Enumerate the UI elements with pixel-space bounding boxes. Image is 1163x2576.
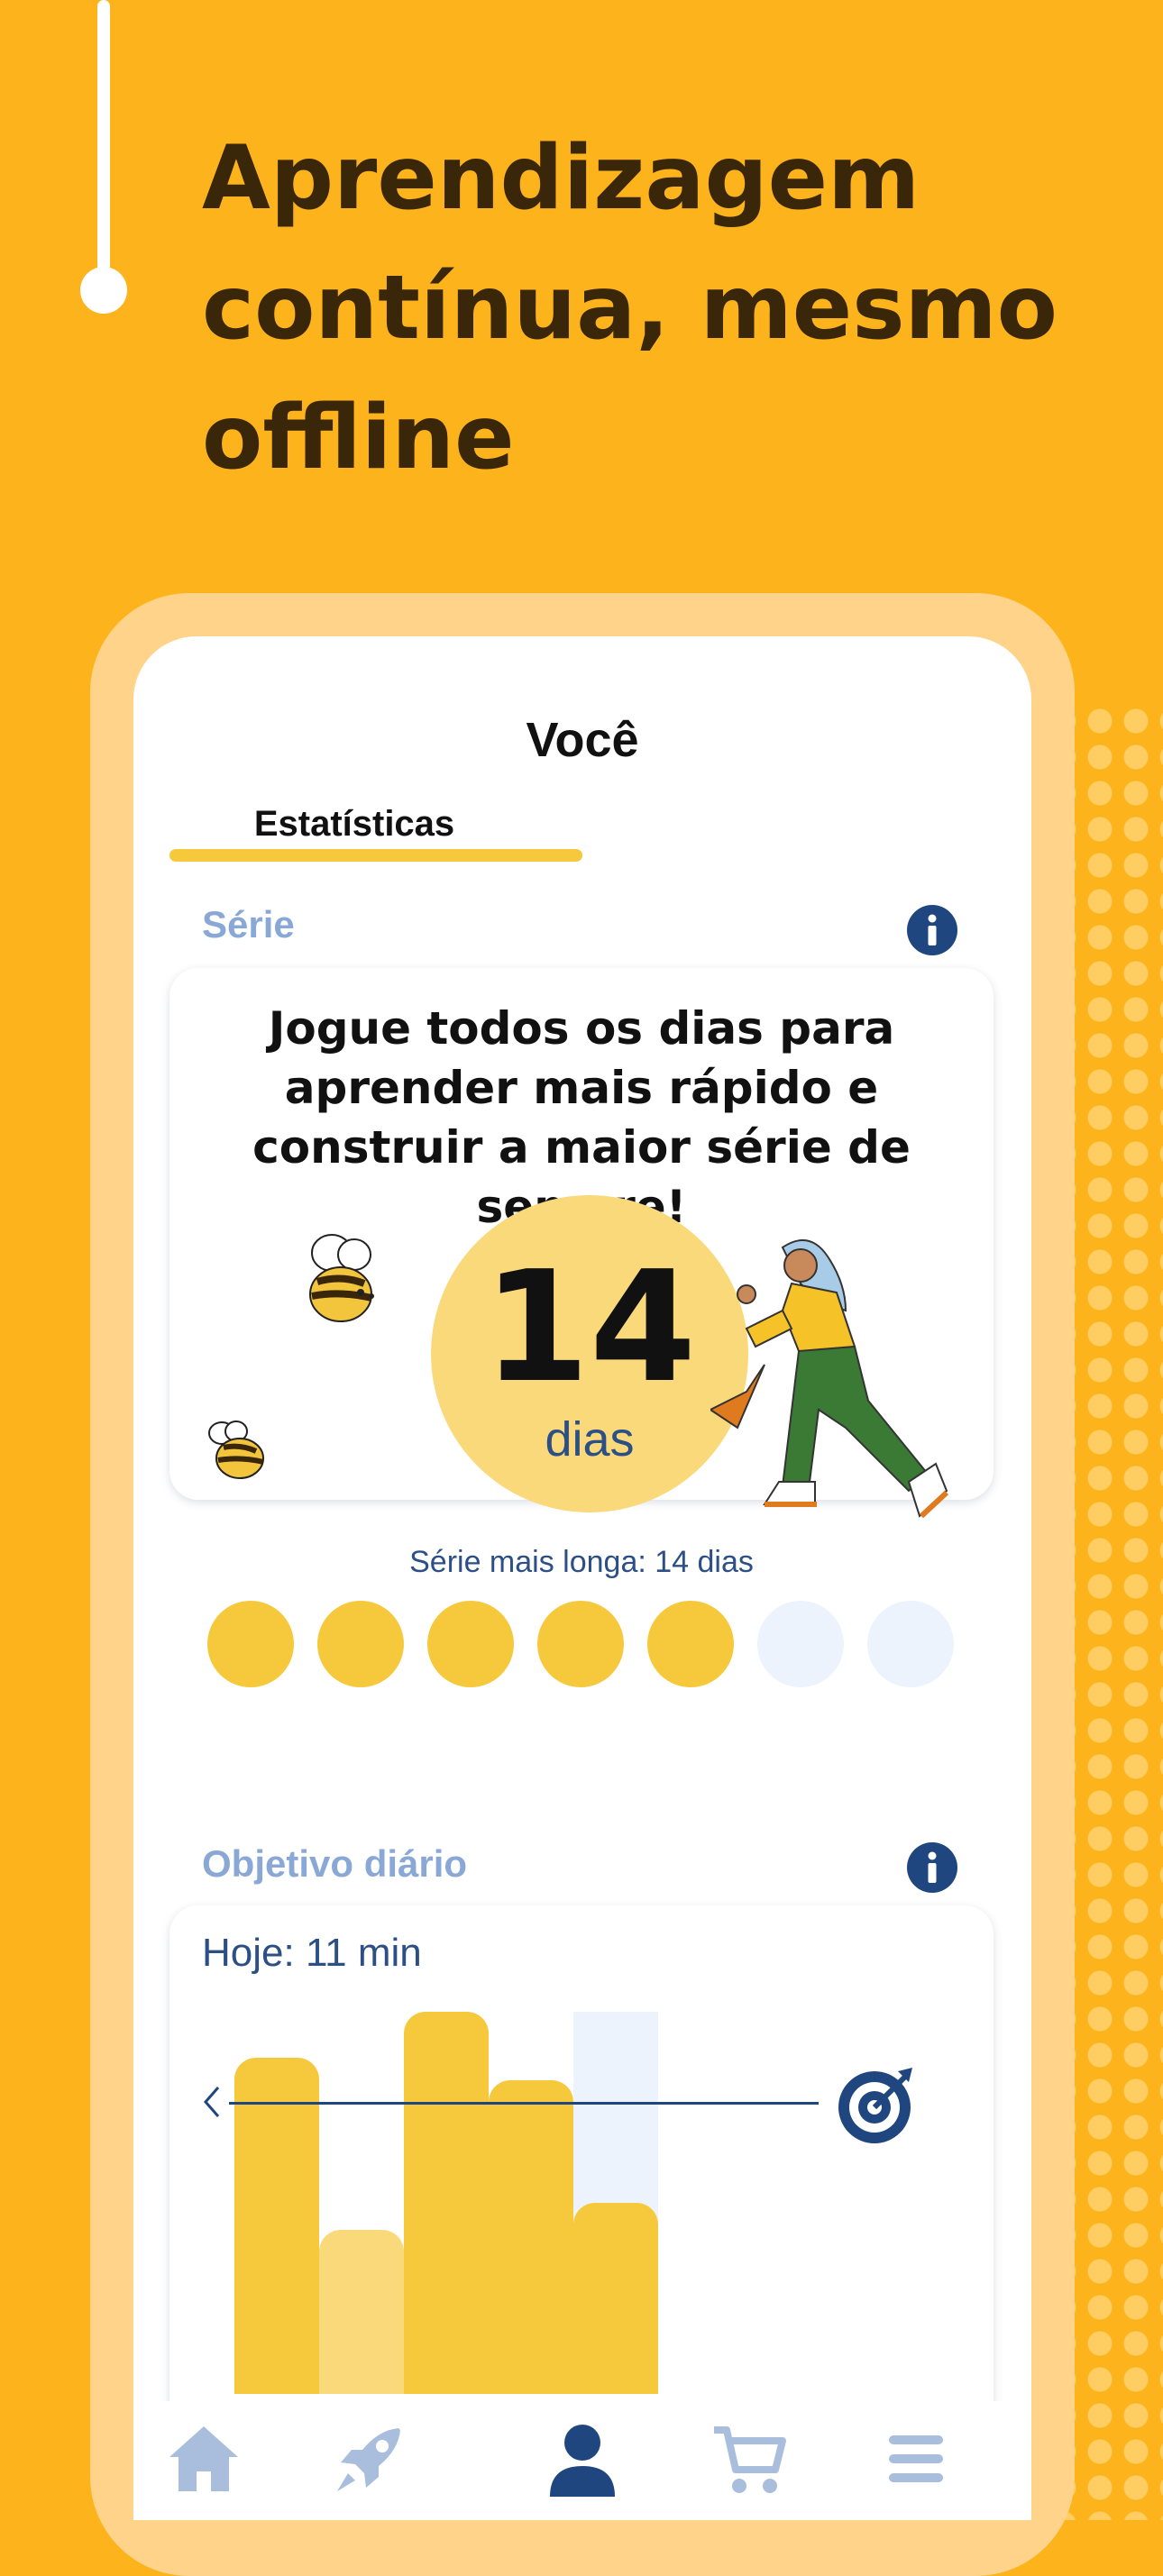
streak-unit: dias	[545, 1412, 635, 1466]
tab-active-indicator	[169, 849, 582, 862]
streak-section-label: Série	[202, 903, 295, 945]
daily-bar	[489, 2080, 573, 2394]
menu-icon[interactable]	[871, 2414, 961, 2504]
week-day-circle	[427, 1601, 514, 1687]
daily-bar	[319, 2230, 404, 2394]
tab-statistics[interactable]: Estatísticas	[224, 804, 485, 845]
daily-bar	[234, 2058, 319, 2394]
streak-card: Jogue todos os dias para aprender mais r…	[169, 968, 994, 1687]
week-day-circle	[757, 1601, 844, 1687]
target-icon	[838, 2068, 912, 2143]
bottom-navigation	[133, 2401, 1031, 2520]
cart-icon[interactable]	[705, 2414, 795, 2504]
week-day-circle	[867, 1601, 954, 1687]
headline: Aprendizagem contínua, mesmo offline	[202, 127, 1058, 489]
profile-icon[interactable]	[537, 2414, 627, 2504]
week-day-circle	[317, 1601, 404, 1687]
bee-small-illustration	[208, 1420, 264, 1479]
daily-bar	[573, 2203, 658, 2394]
week-day-circle	[647, 1601, 734, 1687]
info-icon[interactable]	[907, 1842, 957, 1893]
streak-count: 14	[482, 1238, 697, 1417]
page-title: Você	[526, 713, 639, 767]
daily-bar	[404, 2012, 489, 2394]
longest-streak: Série mais longa: 14 dias	[409, 1545, 754, 1579]
chevron-left-icon[interactable]	[202, 2084, 222, 2120]
goal-line	[229, 2102, 819, 2105]
decorative-dot	[80, 267, 127, 314]
today-minutes: Hoje: 11 min	[202, 1931, 422, 1975]
week-day-circle	[537, 1601, 624, 1687]
bee-illustration	[309, 1234, 374, 1322]
daily-goal-section-label: Objetivo diário	[202, 1842, 468, 1885]
phone-screen: Você Estatísticas Série Jogue todos os d…	[133, 636, 1031, 2520]
streak-count-circle: 14 dias	[431, 1195, 748, 1512]
rocket-icon[interactable]	[325, 2414, 415, 2504]
info-icon[interactable]	[907, 905, 957, 955]
week-day-circle	[207, 1601, 294, 1687]
decorative-line	[97, 0, 110, 279]
home-icon[interactable]	[159, 2414, 249, 2504]
gardener-illustration	[710, 1239, 949, 1519]
